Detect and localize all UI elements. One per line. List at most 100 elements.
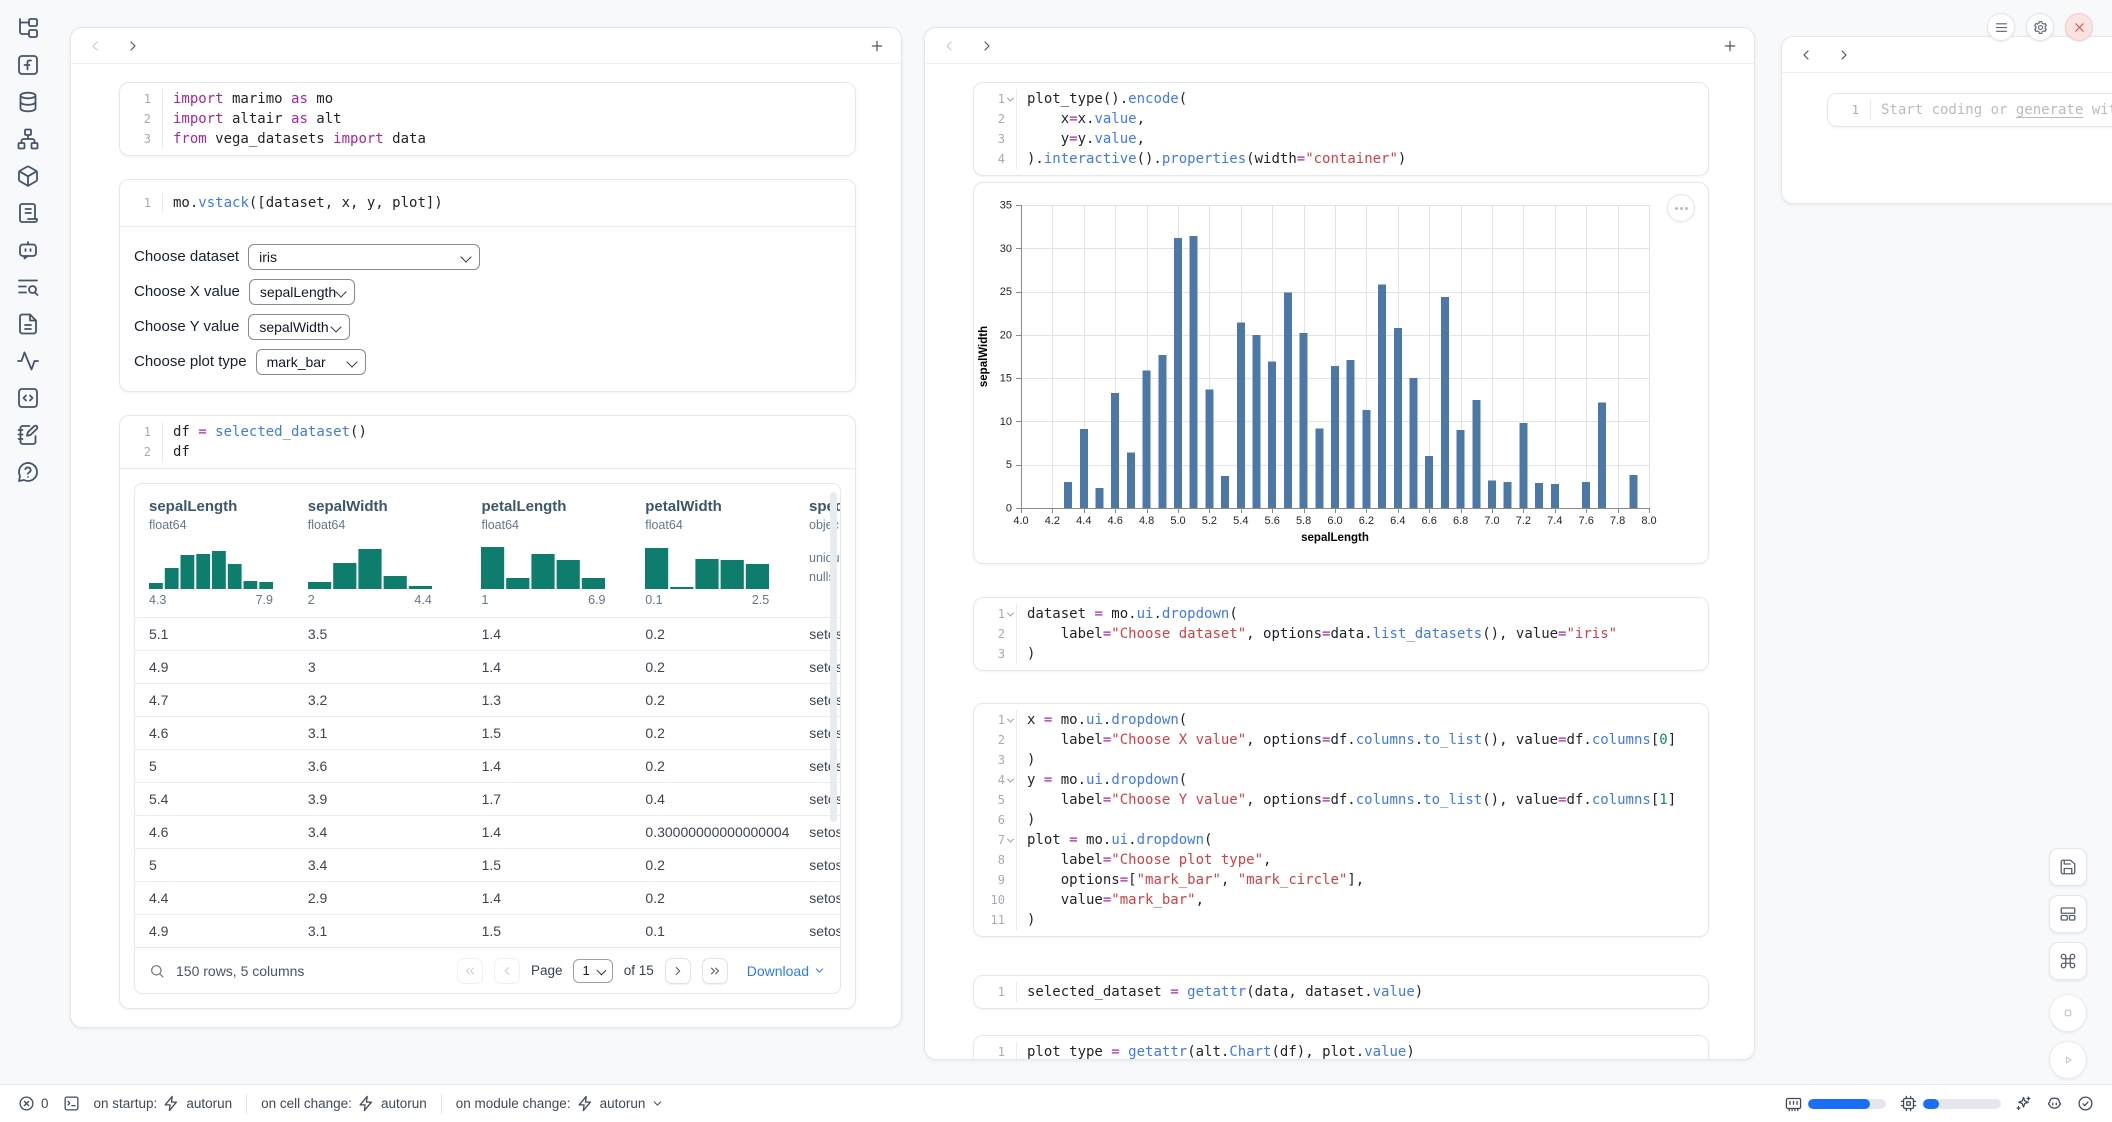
scroll-text-icon[interactable] (16, 201, 40, 225)
y-value-select[interactable]: sepalWidth (248, 314, 350, 340)
file-text-icon[interactable] (16, 312, 40, 336)
column-header-sepalWidth[interactable]: sepalWidthfloat6424.4 (294, 498, 468, 617)
generate-link[interactable]: generate (2016, 102, 2083, 118)
close-button[interactable] (2065, 13, 2093, 41)
layout-button[interactable] (2049, 895, 2087, 933)
control-row: Choose X valuesepalLength (134, 274, 841, 309)
code-editor[interactable]: 1plot_type = getattr(alt.Chart(df), plot… (974, 1036, 1708, 1060)
plot-type-select[interactable]: mark_bar (256, 349, 366, 375)
chevron-right-icon[interactable] (979, 38, 995, 54)
column-header-petalLength[interactable]: petalLengthfloat6416.9 (467, 498, 631, 617)
cell-dataset-dropdown[interactable]: 1dataset = mo.ui.dropdown(2 label="Choos… (973, 597, 1709, 671)
ai-button[interactable] (2015, 1095, 2032, 1112)
search-icon[interactable] (149, 963, 165, 979)
table-row[interactable]: 4.42.91.40.2setos (135, 881, 840, 914)
table-row[interactable]: 4.93.11.50.1setos (135, 914, 840, 947)
table-row[interactable]: 4.63.11.50.2setos (135, 716, 840, 749)
copilot-button[interactable] (2046, 1095, 2063, 1112)
code-editor[interactable]: 1import marimo as mo2import altair as al… (120, 83, 855, 155)
x-value-select[interactable]: sepalLength (249, 279, 355, 305)
save-button[interactable] (2049, 848, 2087, 886)
code-editor[interactable]: 1selected_dataset = getattr(data, datase… (974, 976, 1708, 1008)
code-editor[interactable]: 1dataset = mo.ui.dropdown(2 label="Choos… (974, 598, 1708, 670)
on-cell-change-setting[interactable]: on cell change: autorun (261, 1095, 427, 1112)
on-startup-setting[interactable]: on startup: autorun (94, 1095, 233, 1112)
table-row[interactable]: 4.931.40.2setos (135, 650, 840, 683)
table-row[interactable]: 4.63.41.40.30000000000000004setos (135, 815, 840, 848)
add-cell-icon[interactable] (1722, 38, 1738, 54)
prev-page-button[interactable] (494, 958, 520, 984)
text-search-icon[interactable] (16, 275, 40, 299)
code-editor[interactable]: 1df = selected_dataset()2df (120, 416, 855, 468)
ram-usage[interactable] (1785, 1095, 1886, 1112)
chevron-right-icon[interactable] (1836, 47, 1852, 63)
cell-dataframe[interactable]: 1df = selected_dataset()2df sepalLengthf… (119, 415, 856, 1009)
connection-status[interactable] (2077, 1095, 2094, 1112)
code-line: 11) (974, 910, 1708, 930)
cell-selected-dataset[interactable]: 1selected_dataset = getattr(data, datase… (973, 975, 1709, 1009)
chart-actions-button[interactable] (1667, 194, 1695, 222)
download-button[interactable]: Download (747, 963, 826, 979)
cell-empty[interactable]: 1 Start coding or generate with (1827, 93, 2112, 127)
table-row[interactable]: 53.41.50.2setos (135, 848, 840, 881)
code-placeholder[interactable]: Start coding or generate with (1870, 100, 2112, 120)
on-module-change-setting[interactable]: on module change: autorun (456, 1095, 665, 1112)
shortcuts-button[interactable] (2049, 942, 2087, 980)
page-select[interactable]: 1 (573, 959, 612, 983)
table-row[interactable]: 5.43.91.70.4setos (135, 782, 840, 815)
package-icon[interactable] (16, 164, 40, 188)
fold-icon[interactable] (1005, 775, 1016, 786)
fold-icon[interactable] (1005, 715, 1016, 726)
column-header-sepalLength[interactable]: sepalLengthfloat644.37.9 (135, 498, 294, 617)
code-editor[interactable]: 1mo.vstack([dataset, x, y, plot]) (120, 180, 855, 226)
table-row[interactable]: 53.61.40.2setos (135, 749, 840, 782)
table-scrollbar[interactable] (830, 492, 837, 822)
dataset-select[interactable]: iris (248, 244, 480, 270)
fold-icon[interactable] (1005, 94, 1016, 105)
chevron-right-icon[interactable] (125, 38, 141, 54)
code-square-icon[interactable] (16, 386, 40, 410)
first-page-button[interactable] (457, 958, 483, 984)
code-editor[interactable]: 1plot_type().encode(2 x=x.value,3 y=y.va… (974, 83, 1708, 175)
divider (441, 1094, 442, 1114)
last-page-button[interactable] (702, 958, 728, 984)
chevron-left-icon[interactable] (87, 38, 103, 54)
add-cell-icon[interactable] (869, 38, 885, 54)
file-tree-icon[interactable] (16, 16, 40, 40)
table-row[interactable]: 5.13.51.40.2setos (135, 617, 840, 650)
fold-icon[interactable] (1005, 609, 1016, 620)
stop-button[interactable] (2049, 994, 2087, 1032)
svg-text:sepalLength: sepalLength (1301, 532, 1369, 544)
fold-icon[interactable] (1005, 835, 1016, 846)
table-cell: 3.4 (294, 824, 468, 840)
table-cell: 0.2 (631, 890, 795, 906)
bar-chart[interactable]: 4.04.24.44.64.85.05.25.45.65.86.06.26.46… (974, 183, 1708, 559)
notebook-pen-icon[interactable] (16, 423, 40, 447)
next-page-button[interactable] (665, 958, 691, 984)
settings-button[interactable] (2026, 13, 2054, 41)
table-row[interactable]: 4.73.21.30.2setos (135, 683, 840, 716)
menu-button[interactable] (1987, 13, 2015, 41)
cell-plot-code[interactable]: 1plot_type().encode(2 x=x.value,3 y=y.va… (973, 82, 1709, 176)
database-icon[interactable] (16, 90, 40, 114)
function-square-icon[interactable] (16, 53, 40, 77)
code-editor[interactable]: 1x = mo.ui.dropdown(2 label="Choose X va… (974, 704, 1708, 936)
help-icon[interactable] (16, 460, 40, 484)
cell-imports[interactable]: 1import marimo as mo2import altair as al… (119, 82, 856, 156)
bot-icon[interactable] (16, 238, 40, 262)
errors-indicator[interactable]: 0 (18, 1095, 49, 1112)
chevron-left-icon[interactable] (941, 38, 957, 54)
run-button[interactable] (2049, 1041, 2087, 1079)
chevron-left-icon[interactable] (1798, 47, 1814, 63)
terminal-button[interactable] (63, 1095, 80, 1112)
cell-plot-type[interactable]: 1plot_type = getattr(alt.Chart(df), plot… (973, 1035, 1709, 1060)
code-line: 10 value="mark_bar", (974, 890, 1708, 910)
cpu-usage[interactable] (1900, 1095, 2001, 1112)
network-icon[interactable] (16, 127, 40, 151)
svg-text:5.4: 5.4 (1233, 515, 1248, 527)
cell-xy-dropdowns[interactable]: 1x = mo.ui.dropdown(2 label="Choose X va… (973, 703, 1709, 937)
cell-vstack[interactable]: 1mo.vstack([dataset, x, y, plot]) Choose… (119, 179, 856, 392)
code-line: 6) (974, 810, 1708, 830)
activity-icon[interactable] (16, 349, 40, 373)
column-header-petalWidth[interactable]: petalWidthfloat640.12.5 (631, 498, 795, 617)
